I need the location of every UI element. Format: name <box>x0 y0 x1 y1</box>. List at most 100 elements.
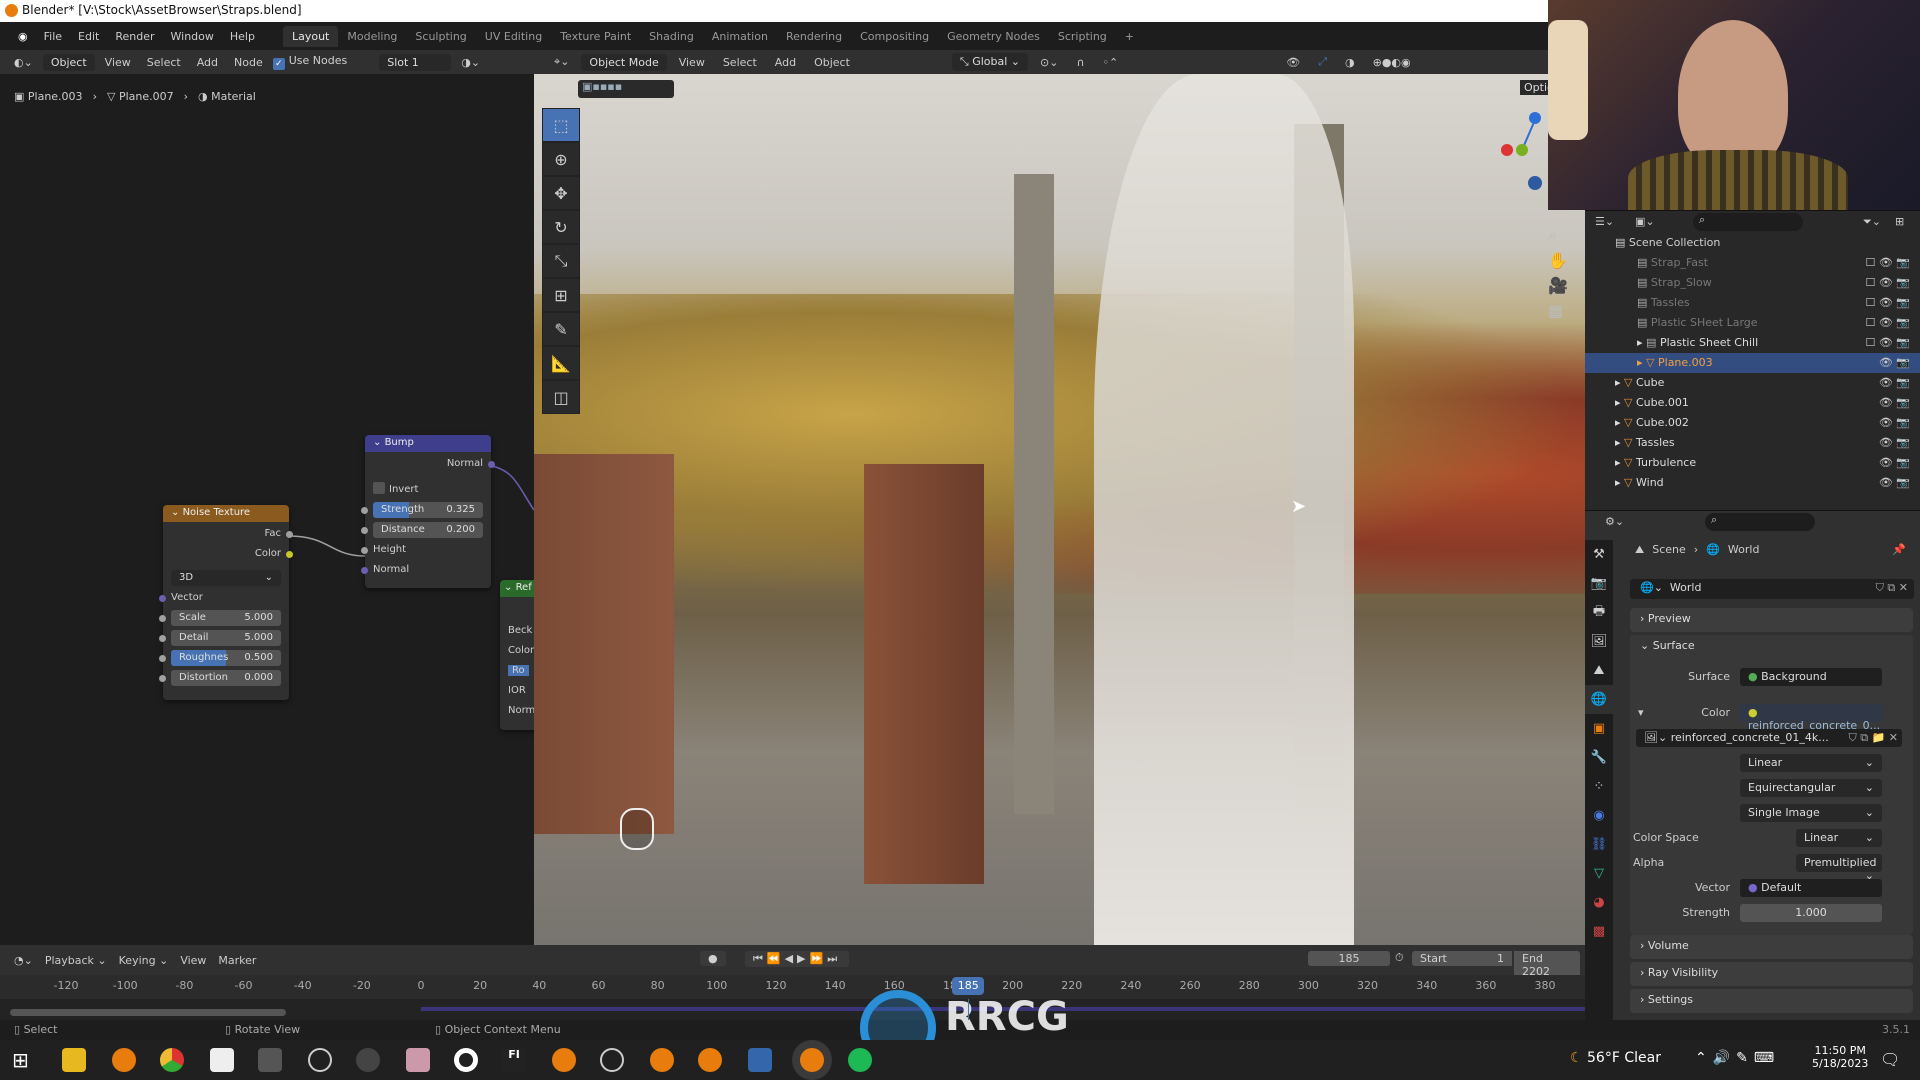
keying-menu[interactable]: Keying ⌄ <box>113 952 175 969</box>
system-tray-icons[interactable]: ⌃🔊✎⌨ <box>1695 1050 1780 1066</box>
visibility-toggles[interactable]: 👁 📷 <box>1879 353 1910 373</box>
constraints-tab-icon[interactable]: ⛓ <box>1585 830 1613 859</box>
tab-shading[interactable]: Shading <box>640 26 703 47</box>
measure-tool-icon[interactable]: 📐 <box>542 346 580 380</box>
add-workspace-button[interactable]: + <box>1116 26 1143 47</box>
mode-dropdown[interactable]: Object Mode <box>581 53 667 71</box>
notification-icon[interactable]: 🗨 <box>1880 1050 1900 1069</box>
select-menu[interactable]: Select <box>717 54 763 71</box>
data-tab-icon[interactable]: ▽ <box>1585 859 1613 888</box>
spotify-icon[interactable] <box>848 1048 872 1072</box>
outliner-row[interactable]: ▤ Plastic SHeet Large ☐ 👁 📷 <box>1585 313 1920 333</box>
vector-field[interactable]: ● Default <box>1740 879 1882 897</box>
blender-app-icon[interactable] <box>552 1048 576 1072</box>
tab-texture-paint[interactable]: Texture Paint <box>551 26 640 47</box>
timeline-scrollbar[interactable] <box>10 1009 286 1016</box>
current-frame-field[interactable]: 185 <box>1308 951 1390 966</box>
pivot-icon[interactable]: ⊙⌄ <box>1034 54 1064 71</box>
outliner-row[interactable]: ▸ ▽ Cube 👁 📷 <box>1585 373 1920 393</box>
plastic-sheet[interactable] <box>1094 74 1354 945</box>
snap-icon[interactable]: ∩ <box>1070 54 1090 71</box>
chrome-icon[interactable] <box>160 1048 184 1072</box>
world-datablock-field[interactable]: 🌐⌄ World ⛉ ⧉ ✕ <box>1630 579 1914 599</box>
auto-keying-button[interactable]: ● <box>700 951 726 966</box>
visibility-toggles[interactable]: ☐ 👁 📷 <box>1865 273 1910 293</box>
display-mode-icon[interactable]: ☰⌄ <box>1595 215 1614 228</box>
output-tab-icon[interactable]: 🖶 <box>1585 598 1613 627</box>
visibility-toggles[interactable]: ☐ 👁 📷 <box>1865 253 1910 273</box>
blender-app-icon-active[interactable] <box>800 1048 824 1072</box>
navigation-gizmo[interactable] <box>1490 105 1550 195</box>
view-menu[interactable]: View <box>174 952 212 969</box>
scale-tool-icon[interactable]: ⤡ <box>542 244 580 278</box>
playback-menu[interactable]: Playback ⌄ <box>39 952 113 969</box>
stopwatch-icon[interactable]: ⏱ <box>1395 951 1404 965</box>
new-collection-icon[interactable]: ⊞ <box>1895 215 1904 228</box>
visibility-toggles[interactable]: 👁 📷 <box>1879 413 1910 433</box>
outliner-row[interactable]: ▤ Tassles ☐ 👁 📷 <box>1585 293 1920 313</box>
field-scale[interactable]: Scale 5.000 <box>159 608 289 628</box>
outliner-row[interactable]: ▤ Strap_Fast ☐ 👁 📷 <box>1585 253 1920 273</box>
texture-tab-icon[interactable]: ▩ <box>1585 917 1613 946</box>
weather-widget[interactable]: ☾ 56°F Clear <box>1570 1050 1661 1066</box>
visibility-toggles[interactable]: 👁 📷 <box>1879 453 1910 473</box>
outliner-search-input[interactable]: ⌕ <box>1693 213 1803 231</box>
notepad-icon[interactable] <box>210 1048 234 1072</box>
outliner-row[interactable]: ▸ ▽ Turbulence 👁 📷 <box>1585 453 1920 473</box>
outliner-row[interactable]: ▸ ▤ Plastic Sheet Chill ☐ 👁 📷 <box>1585 333 1920 353</box>
pan-hand-icon[interactable]: ✋ <box>1548 251 1568 270</box>
field-detail[interactable]: Detail 5.000 <box>159 628 289 648</box>
editor-type-icon[interactable]: ⌖⌄ <box>548 53 575 71</box>
filter-icon[interactable]: ⏷⌄ <box>1863 215 1881 229</box>
material-tab-icon[interactable]: ◕ <box>1585 888 1613 917</box>
socket[interactable] <box>286 531 293 538</box>
outliner-row[interactable]: ▸ ▽ Wind 👁 📷 <box>1585 473 1920 493</box>
color-input-field[interactable]: ● reinforced_concrete_0... <box>1740 704 1882 732</box>
app-icon[interactable] <box>600 1048 624 1072</box>
image-datablock-field[interactable]: 🖼⌄ reinforced_concrete_01_4k... ⛉ ⧉ 📁 ✕ <box>1636 729 1902 747</box>
tab-rendering[interactable]: Rendering <box>777 26 851 47</box>
panel-ray-visibility[interactable]: › Ray Visibility <box>1630 962 1913 986</box>
alpha-dropdown[interactable]: Premultiplied ⌄ <box>1796 854 1882 882</box>
node-header[interactable]: ⌄ Bump <box>365 435 491 452</box>
overlay-icon[interactable]: ◑ <box>1339 54 1361 71</box>
outliner-row[interactable]: ▸ ▽ Cube.001 👁 📷 <box>1585 393 1920 413</box>
bump-node[interactable]: ⌄ Bump Normal Invert Strength 0.325 Dista… <box>361 435 495 588</box>
scene-tab-icon[interactable]: ⛰ <box>1585 656 1613 685</box>
field-strength[interactable]: Strength 0.325 <box>361 500 491 520</box>
ortho-grid-icon[interactable]: ▦ <box>1548 301 1568 320</box>
object-menu[interactable]: Object <box>808 54 856 71</box>
object-tab-icon[interactable]: ▣ <box>1585 714 1613 743</box>
outliner-row[interactable]: ▸ ▽ Cube.002 👁 📷 <box>1585 413 1920 433</box>
strength-field[interactable]: 1.000 <box>1740 904 1882 922</box>
orientation-dropdown[interactable]: ⤡ Global ⌄ <box>951 53 1028 71</box>
tab-animation[interactable]: Animation <box>703 26 777 47</box>
field-distance[interactable]: Distance 0.200 <box>361 520 491 540</box>
visibility-toggles[interactable]: ☐ 👁 📷 <box>1865 313 1910 333</box>
app-icon[interactable]: FI <box>502 1048 526 1072</box>
app-icon[interactable] <box>454 1048 478 1072</box>
playback-controls[interactable]: ⏮⏪◀▶⏩⏭ <box>745 951 850 967</box>
clock[interactable]: 11:50 PM 5/18/2023 <box>1812 1044 1868 1070</box>
view-layer-tab-icon[interactable]: 🖼 <box>1585 627 1613 656</box>
shading-modes-icon[interactable]: ⊕●◐◉ <box>1367 54 1417 71</box>
obs-icon[interactable] <box>308 1048 332 1072</box>
visibility-toggles[interactable]: 👁 📷 <box>1879 373 1910 393</box>
move-tool-icon[interactable]: ✥ <box>542 176 580 210</box>
zoom-icon[interactable]: ⌕ <box>1548 225 1568 245</box>
colorspace-dropdown[interactable]: Linear ⌄ <box>1796 829 1882 847</box>
tab-scripting[interactable]: Scripting <box>1049 26 1116 47</box>
marker-menu[interactable]: Marker <box>212 952 262 969</box>
visibility-toggles[interactable]: ☐ 👁 📷 <box>1865 293 1910 313</box>
panel-preview[interactable]: › Preview <box>1630 608 1913 632</box>
editor-type-icon[interactable]: ◔⌄ <box>8 952 39 969</box>
modifier-tab-icon[interactable]: 🔧 <box>1585 743 1613 772</box>
pin-icon[interactable]: 📌 <box>1892 543 1906 556</box>
annotate-tool-icon[interactable]: ✎ <box>542 312 580 346</box>
filter-view-icon[interactable]: ▣⌄ <box>1635 215 1655 228</box>
3d-viewport[interactable]: ➤ <box>534 74 1585 945</box>
projection-dropdown[interactable]: Equirectangular ⌄ <box>1740 779 1882 797</box>
visibility-icon[interactable]: 👁 <box>1280 54 1306 71</box>
file-explorer-icon[interactable] <box>62 1048 86 1072</box>
transform-tool-icon[interactable]: ⊞ <box>542 278 580 312</box>
